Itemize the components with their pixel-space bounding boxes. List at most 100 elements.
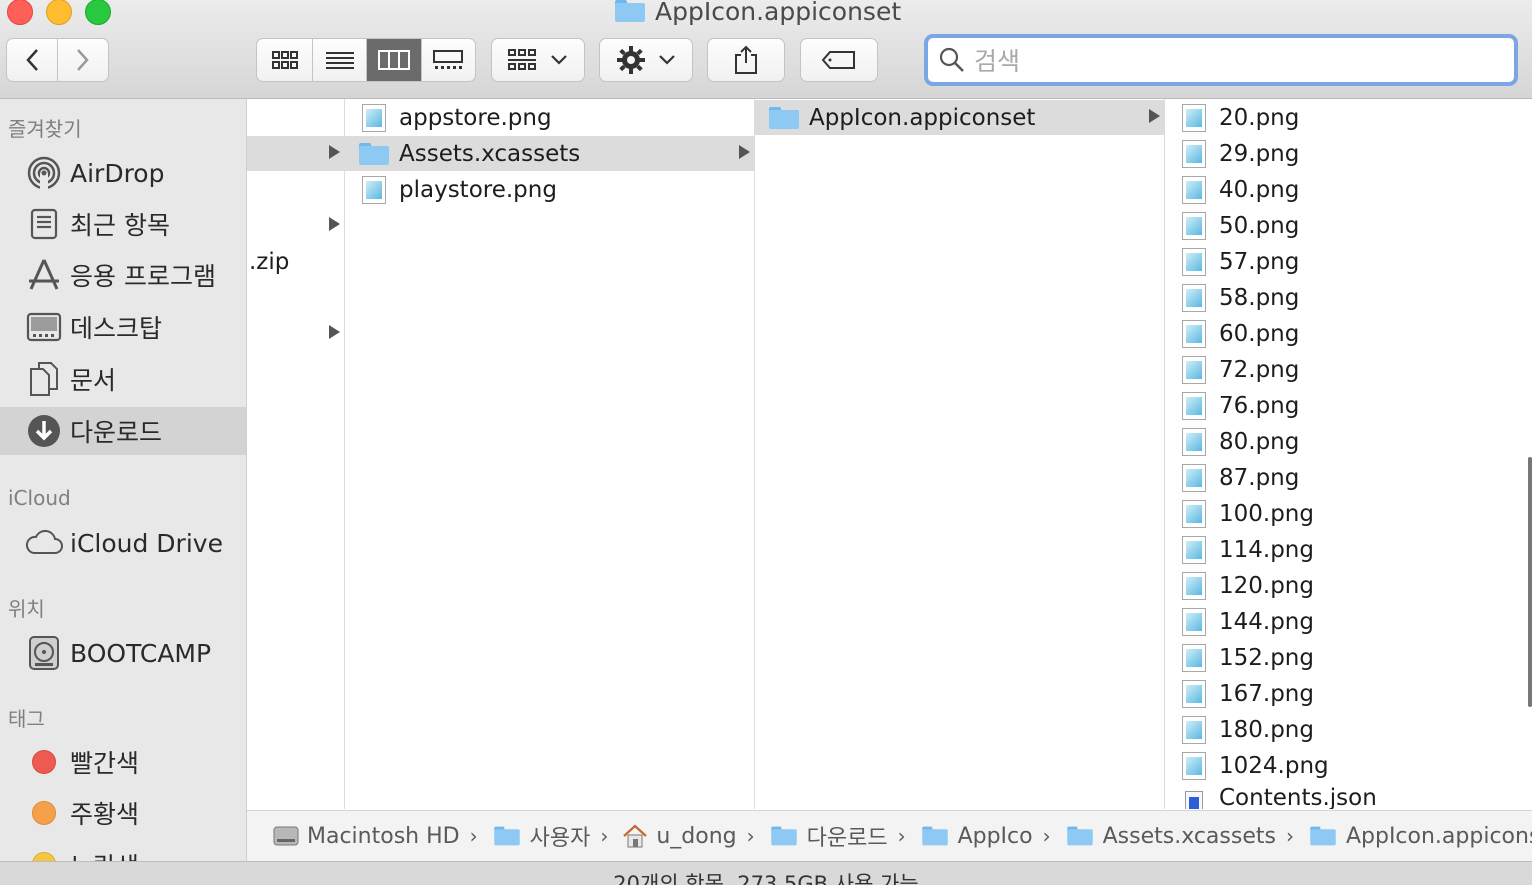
file-name: 20.png <box>1219 104 1300 131</box>
sidebar-tag-yellow[interactable]: 노란색 <box>0 840 246 861</box>
browser-column-3: 20.png 29.png 40.png 50.png 57.png 58.pn… <box>1165 99 1532 809</box>
group-by-button[interactable] <box>491 38 585 82</box>
path-crumb-appico[interactable]: AppIco › <box>920 824 1051 849</box>
png-file-icon <box>1179 391 1209 421</box>
png-file-icon <box>1179 247 1209 277</box>
cloud-icon <box>24 523 64 563</box>
tag-dot-red <box>24 742 64 782</box>
list-view-icon <box>325 52 354 69</box>
icon-view-icon <box>271 51 298 69</box>
file-name: 100.png <box>1219 500 1314 527</box>
path-crumb-users[interactable]: 사용자 › <box>492 820 608 852</box>
recents-icon <box>24 204 64 244</box>
png-file-icon <box>1179 355 1209 385</box>
file-row[interactable]: 144.png <box>1165 604 1532 639</box>
file-name: 76.png <box>1219 392 1300 419</box>
file-row[interactable]: 180.png <box>1165 712 1532 747</box>
zoom-window-button[interactable] <box>85 0 111 25</box>
sidebar-item-recents[interactable]: 최근 항목 <box>0 200 246 248</box>
path-crumb-macintosh-hd[interactable]: Macintosh HD › <box>273 824 478 849</box>
share-button[interactable] <box>707 38 785 82</box>
column-row[interactable]: .zip <box>247 244 344 279</box>
forward-button[interactable] <box>58 39 108 81</box>
vertical-scrollbar[interactable] <box>1528 457 1532 707</box>
file-row[interactable]: 87.png <box>1165 460 1532 495</box>
column-view-button[interactable] <box>367 39 422 81</box>
sidebar-item-desktop[interactable]: 데스크탑 <box>0 303 246 351</box>
search-field[interactable]: 검색 <box>924 34 1518 86</box>
file-row[interactable]: Contents.json <box>1165 784 1532 809</box>
json-file-icon <box>1179 788 1209 809</box>
folder-row-appiconset[interactable]: AppIcon.appiconset <box>755 100 1164 135</box>
sidebar-item-applications[interactable]: 응용 프로그램 <box>0 251 246 299</box>
sidebar-tag-orange[interactable]: 주황색 <box>0 789 246 837</box>
sidebar-tag-red[interactable]: 빨간색 <box>0 738 246 786</box>
path-crumb-assets[interactable]: Assets.xcassets › <box>1065 824 1294 849</box>
browser-column-2: AppIcon.appiconset <box>755 99 1165 809</box>
file-row[interactable]: 80.png <box>1165 424 1532 459</box>
file-row-appstore[interactable]: appstore.png <box>345 100 754 135</box>
list-view-button[interactable] <box>313 39 368 81</box>
favorites-header: 즐겨찾기 <box>8 117 82 141</box>
path-label: u_dong <box>656 823 737 849</box>
tags-button[interactable] <box>800 38 878 82</box>
file-row[interactable]: 100.png <box>1165 496 1532 531</box>
file-row[interactable]: 50.png <box>1165 208 1532 243</box>
icon-view-button[interactable] <box>257 39 314 81</box>
png-file-icon <box>1179 427 1209 457</box>
file-row[interactable]: 167.png <box>1165 676 1532 711</box>
file-row[interactable]: 114.png <box>1165 532 1532 567</box>
tag-dot-orange <box>24 793 64 833</box>
file-row[interactable]: 58.png <box>1165 280 1532 315</box>
sidebar-item-label: AirDrop <box>70 158 165 188</box>
png-file-icon <box>1179 139 1209 169</box>
file-row[interactable]: 1024.png <box>1165 748 1532 783</box>
file-row[interactable]: 120.png <box>1165 568 1532 603</box>
chevron-down-icon <box>551 55 567 65</box>
sidebar-item-label: 응용 프로그램 <box>70 262 216 291</box>
status-bar: 20개의 항목, 273.5GB 사용 가능 <box>0 861 1532 885</box>
path-crumb-downloads[interactable]: 다운로드 › <box>769 820 906 852</box>
column-row[interactable] <box>247 136 344 171</box>
png-file-icon <box>1179 607 1209 637</box>
png-file-icon <box>1179 463 1209 493</box>
png-file-icon <box>1179 643 1209 673</box>
file-row[interactable]: 29.png <box>1165 136 1532 171</box>
column-row[interactable] <box>247 208 344 243</box>
sidebar-item-label: 최근 항목 <box>70 211 170 240</box>
sidebar-item-label: 노란색 <box>70 847 139 861</box>
back-button[interactable] <box>7 39 58 81</box>
file-row[interactable]: 40.png <box>1165 172 1532 207</box>
tag-icon <box>821 51 855 69</box>
file-name: AppIcon.appiconset <box>809 104 1036 131</box>
path-crumb-appiconset[interactable]: AppIcon.appiconset <box>1308 824 1532 849</box>
icloud-header: iCloud <box>8 486 71 510</box>
file-name: 144.png <box>1219 608 1314 635</box>
sidebar-item-bootcamp[interactable]: BOOTCAMP <box>0 629 246 677</box>
navigation-buttons <box>6 38 109 82</box>
file-row-playstore[interactable]: playstore.png <box>345 172 754 207</box>
file-row[interactable]: 76.png <box>1165 388 1532 423</box>
chevron-left-icon <box>26 49 38 71</box>
file-row[interactable]: 72.png <box>1165 352 1532 387</box>
disclosure-arrow-icon <box>739 145 750 159</box>
file-row[interactable]: 60.png <box>1165 316 1532 351</box>
path-crumb-home[interactable]: u_dong › <box>622 823 755 849</box>
sidebar-item-icloud-drive[interactable]: iCloud Drive <box>0 519 246 567</box>
sidebar-item-airdrop[interactable]: AirDrop <box>0 149 246 197</box>
sidebar-item-downloads[interactable]: 다운로드 <box>0 407 246 455</box>
file-row[interactable]: 20.png <box>1165 100 1532 135</box>
path-label: AppIco <box>957 823 1033 849</box>
close-window-button[interactable] <box>7 0 33 25</box>
file-row[interactable]: 152.png <box>1165 640 1532 675</box>
action-menu-button[interactable] <box>599 38 693 82</box>
folder-row-assets[interactable]: Assets.xcassets <box>345 136 754 171</box>
downloads-icon <box>24 411 64 451</box>
column-view-icon <box>378 50 411 70</box>
sidebar-item-documents[interactable]: 문서 <box>0 355 246 403</box>
png-file-icon <box>359 103 389 133</box>
file-row[interactable]: 57.png <box>1165 244 1532 279</box>
gallery-view-button[interactable] <box>422 39 475 81</box>
minimize-window-button[interactable] <box>46 0 72 25</box>
column-row[interactable] <box>247 316 344 351</box>
